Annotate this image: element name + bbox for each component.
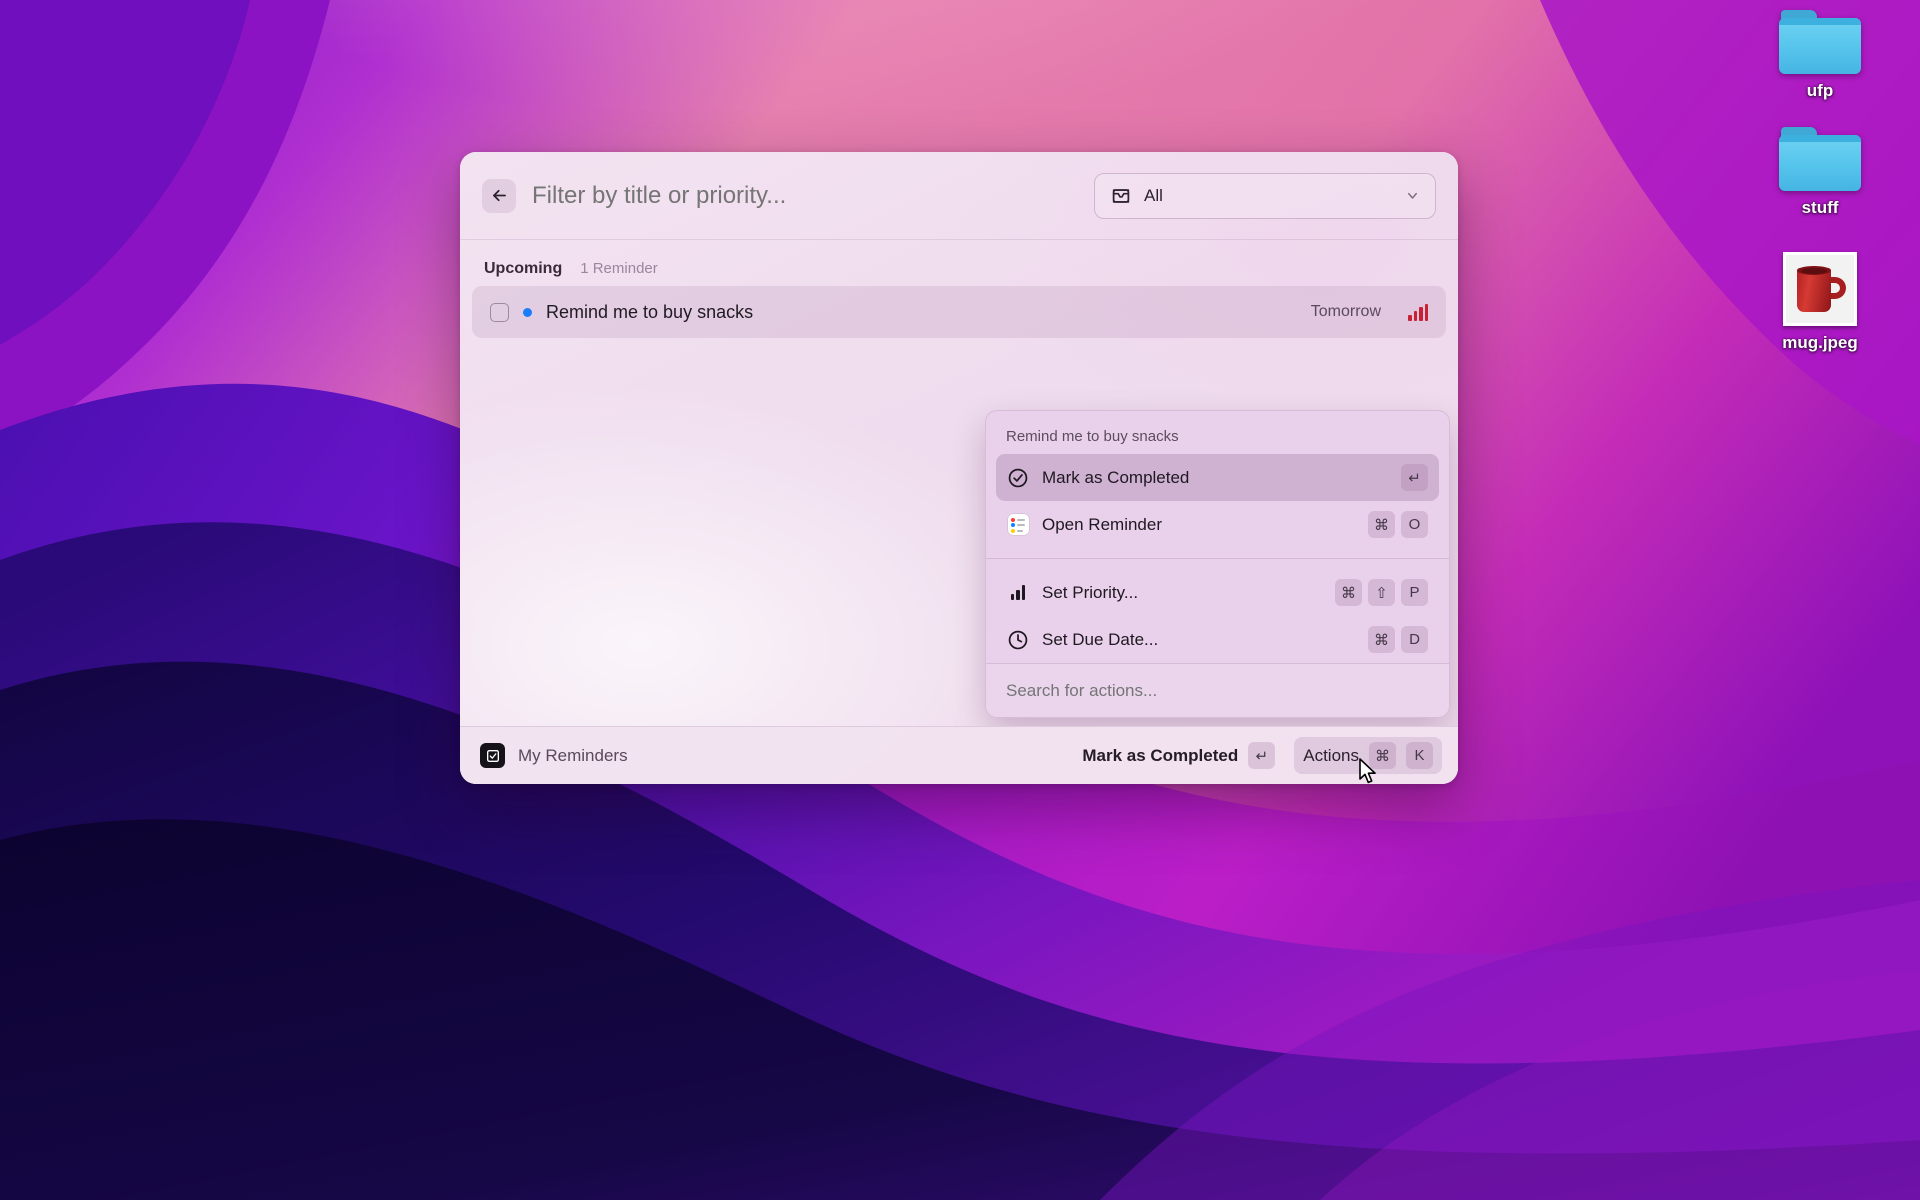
- section-count: 1 Reminder: [580, 260, 658, 277]
- folder-icon: [1779, 10, 1861, 74]
- key-d: D: [1401, 626, 1428, 653]
- actions-group-primary: Mark as Completed ↵ Open Reminder ⌘ O: [986, 454, 1449, 558]
- key-command: ⌘: [1369, 742, 1396, 769]
- action-label: Set Priority...: [1042, 582, 1139, 602]
- desktop-icon-folder-stuff[interactable]: stuff: [1752, 127, 1888, 218]
- scope-selected-value: All: [1144, 185, 1163, 205]
- desktop-icon-label: mug.jpeg: [1782, 333, 1858, 352]
- action-label: Open Reminder: [1042, 514, 1163, 534]
- action-shortcut-keys: ⌘ O: [1368, 511, 1428, 538]
- actions-group-secondary: Set Priority... ⌘ ⇧ P Set Due Date... ⌘ …: [986, 559, 1449, 663]
- footer-primary-label: Mark as Completed: [1082, 745, 1239, 765]
- image-thumbnail: [1783, 252, 1857, 326]
- desktop-icon-list: ufp stuff mug.jpeg: [1752, 10, 1888, 353]
- key-return: ↵: [1248, 742, 1276, 769]
- action-shortcut-keys: ⌘ ⇧ P: [1335, 579, 1428, 606]
- arrow-left-icon: [492, 189, 506, 202]
- action-shortcut-keys: ⌘ D: [1368, 626, 1428, 653]
- reminder-due-date: Tomorrow: [1310, 303, 1381, 320]
- desktop-icon-label: ufp: [1806, 81, 1834, 100]
- key-k: K: [1406, 742, 1433, 769]
- key-return: ↵: [1401, 464, 1428, 491]
- action-label: Mark as Completed: [1042, 467, 1190, 487]
- actions-panel-title: Remind me to buy snacks: [1006, 428, 1179, 445]
- launcher-header: All: [460, 152, 1458, 240]
- clock-icon: [1007, 629, 1029, 651]
- key-command: ⌘: [1368, 626, 1395, 653]
- key-shift: ⇧: [1368, 579, 1395, 606]
- action-set-due-date[interactable]: Set Due Date... ⌘ D: [996, 616, 1439, 663]
- check-circle-icon: [1007, 467, 1029, 489]
- action-set-priority[interactable]: Set Priority... ⌘ ⇧ P: [996, 569, 1439, 616]
- reminder-list-item[interactable]: Remind me to buy snacks Tomorrow: [472, 286, 1446, 338]
- folder-icon: [1779, 127, 1861, 191]
- action-label: Set Due Date...: [1042, 629, 1159, 649]
- action-mark-as-completed[interactable]: Mark as Completed ↵: [996, 454, 1439, 501]
- launcher-body: Upcoming 1 Reminder Remind me to buy sna…: [460, 240, 1458, 726]
- chevron-down-icon: [1408, 192, 1417, 199]
- section-title: Upcoming: [484, 260, 563, 277]
- actions-panel: Remind me to buy snacks Mark as Complete…: [985, 410, 1450, 718]
- filter-input[interactable]: [532, 181, 1094, 210]
- desktop-icon-image-mug[interactable]: mug.jpeg: [1752, 252, 1888, 353]
- inbox-icon: [1112, 188, 1130, 203]
- actions-search-input[interactable]: [1006, 680, 1429, 701]
- footer-actions-label: Actions: [1303, 745, 1359, 765]
- actions-search-bar: [986, 663, 1449, 717]
- reminder-flag-dot: [523, 307, 532, 317]
- desktop-icon-label: stuff: [1801, 198, 1839, 217]
- footer-primary-action[interactable]: Mark as Completed ↵: [1073, 737, 1284, 774]
- raycast-launcher-window: All Upcoming 1 Reminder Remind me to buy…: [460, 152, 1458, 784]
- scope-dropdown[interactable]: All: [1094, 172, 1436, 219]
- desktop-icon-folder-ufp[interactable]: ufp: [1752, 10, 1888, 101]
- priority-bars-icon: [1408, 303, 1428, 321]
- reminder-title: Remind me to buy snacks: [546, 301, 754, 322]
- key-command: ⌘: [1368, 511, 1395, 538]
- action-open-reminder[interactable]: Open Reminder ⌘ O: [996, 501, 1439, 548]
- action-shortcut-keys: ↵: [1401, 464, 1428, 491]
- back-button[interactable]: [482, 178, 516, 213]
- reminder-checkbox[interactable]: [490, 302, 509, 322]
- key-p: P: [1401, 579, 1428, 606]
- footer-actions-button[interactable]: Actions ⌘ K: [1294, 737, 1442, 774]
- launcher-footer: My Reminders Mark as Completed ↵ Actions…: [460, 726, 1458, 784]
- mug-icon: [1793, 266, 1847, 312]
- priority-bars-icon: [1007, 582, 1029, 604]
- key-command: ⌘: [1335, 579, 1362, 606]
- list-section-header: Upcoming 1 Reminder: [460, 240, 1458, 286]
- key-o: O: [1401, 511, 1428, 538]
- footer-app-label: My Reminders: [518, 745, 628, 765]
- reminders-app-icon: [1007, 514, 1029, 536]
- checkbox-app-icon: [480, 743, 505, 768]
